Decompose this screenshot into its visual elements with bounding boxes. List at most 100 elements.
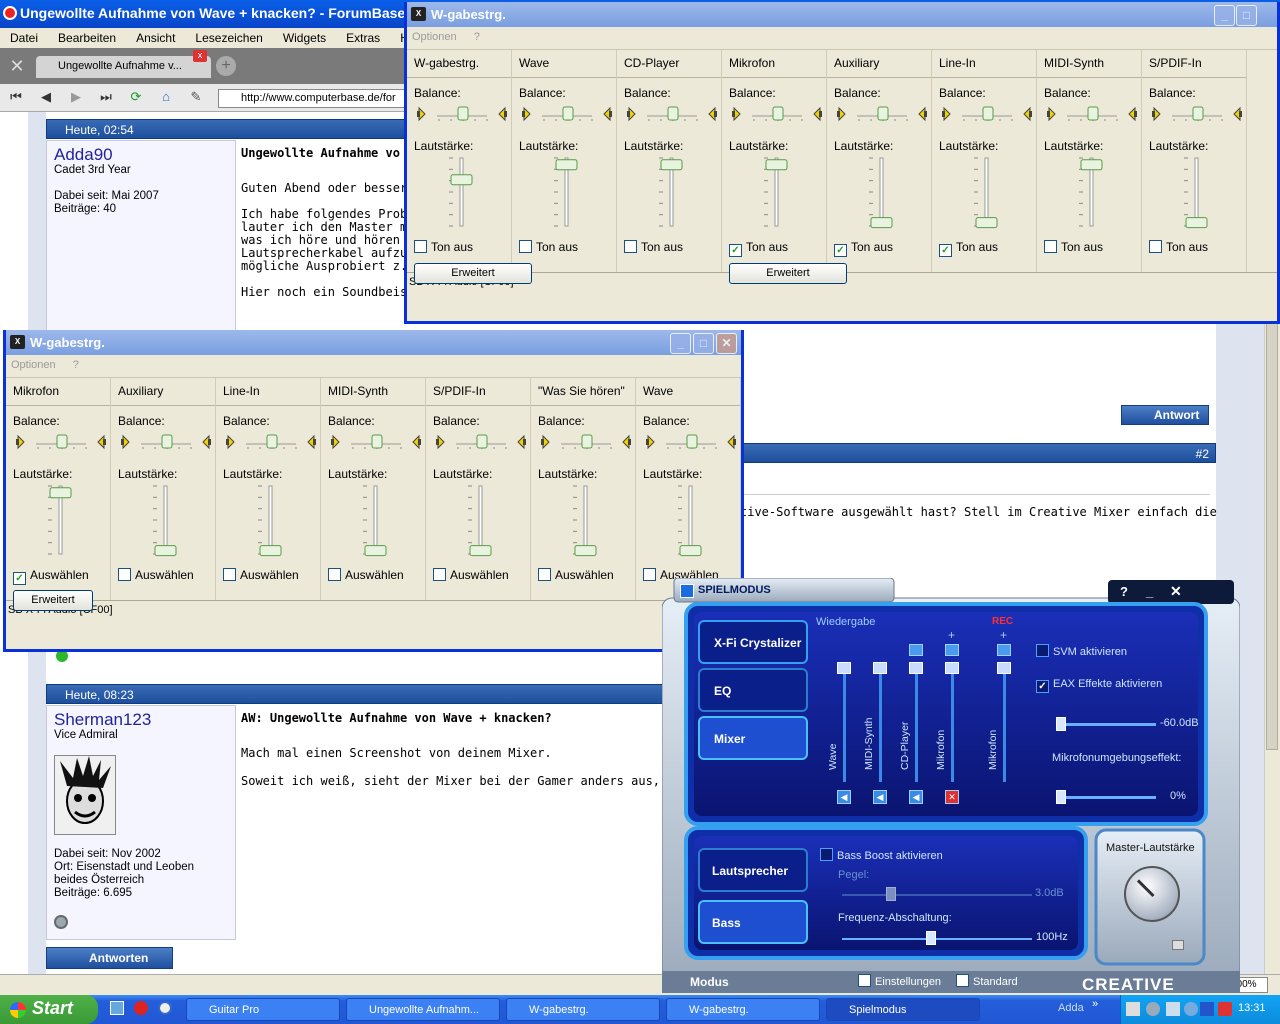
select-checkbox[interactable]: Auswählen (433, 568, 509, 582)
mode-button[interactable]: Modus (670, 975, 729, 989)
tab-eq[interactable]: EQ (698, 668, 808, 712)
select-checkbox[interactable]: Auswählen (328, 568, 404, 582)
dropdown-icon[interactable] (909, 644, 923, 656)
select-checkbox[interactable]: Auswählen (118, 568, 194, 582)
slider-thumb[interactable] (837, 662, 851, 674)
volume-slider[interactable] (361, 482, 391, 558)
mute-checkbox[interactable]: Ton aus (624, 240, 683, 254)
tools-icon[interactable]: ✕ (6, 56, 28, 78)
forward-icon[interactable]: ▶ (66, 89, 86, 107)
bass-boost-checkbox[interactable]: Bass Boost aktivieren (820, 848, 943, 862)
tab-lautsprecher[interactable]: Lautsprecher (698, 848, 808, 892)
menu-help[interactable]: ? (73, 359, 79, 371)
checkbox-box[interactable] (223, 568, 236, 581)
slider-thumb[interactable] (873, 662, 887, 674)
balance-slider[interactable] (541, 432, 631, 452)
eax-box[interactable]: ✓ (1036, 680, 1049, 693)
speaker-icon[interactable]: ◀ (837, 790, 851, 804)
balance-slider[interactable] (331, 432, 421, 452)
wand-icon[interactable]: ✎ (186, 89, 206, 107)
checkbox-box[interactable] (433, 568, 446, 581)
volume-slider[interactable] (972, 154, 1002, 230)
checkbox-box[interactable]: ✓ (13, 572, 26, 585)
level-slider-thumb[interactable] (886, 887, 896, 901)
tray-network-icon[interactable] (1126, 1002, 1140, 1016)
volume-thumb[interactable] (1185, 217, 1208, 229)
recording-mixer-titlebar[interactable]: X W-gabestrg. _ □ ✕ (6, 330, 741, 355)
settings-button[interactable]: Einstellungen (858, 974, 941, 988)
volume-thumb[interactable] (450, 174, 473, 186)
home-icon[interactable]: ⌂ (156, 89, 176, 107)
master-mute-icon[interactable] (1172, 940, 1184, 950)
menu-optionen[interactable]: Optionen (11, 359, 56, 371)
bass-boost-box[interactable] (820, 848, 833, 861)
balance-slider[interactable] (627, 104, 717, 124)
fast-forward-icon[interactable]: ⏭ (96, 89, 116, 107)
advanced-button[interactable]: Erweitert (13, 590, 93, 611)
taskbar-item-mixer1[interactable]: W-gabestrg. (506, 998, 660, 1021)
reply-answer-button[interactable]: Antworten (46, 947, 173, 969)
quicklaunch-desktop-icon[interactable] (110, 1001, 124, 1015)
mute-checkbox[interactable]: ✓ Ton aus (834, 240, 893, 257)
balance-slider[interactable] (837, 104, 927, 124)
svm-checkbox[interactable]: SVM aktivieren (1036, 644, 1127, 658)
volume-thumb[interactable] (660, 159, 683, 171)
browser-tab[interactable]: Ungewollte Aufnahme v... (36, 56, 211, 78)
dropdown-icon[interactable] (997, 644, 1011, 656)
checkbox-box[interactable] (643, 568, 656, 581)
menu-optionen[interactable]: Optionen (412, 31, 457, 43)
reload-icon[interactable]: ⟳ (126, 89, 146, 107)
taskbar-toolbar-user[interactable]: Adda (1058, 1002, 1084, 1014)
new-tab-icon[interactable]: + (216, 56, 236, 76)
volume-slider[interactable] (762, 154, 792, 230)
clock[interactable]: 13:31 (1238, 1002, 1266, 1014)
checkbox-box[interactable] (118, 568, 131, 581)
volume-slider[interactable] (552, 154, 582, 230)
tray-bluetooth-icon[interactable] (1200, 1002, 1214, 1016)
minimize-icon[interactable]: _ (1214, 5, 1235, 26)
menu-lesezeichen[interactable]: Lesezeichen (185, 28, 272, 48)
eax-slider[interactable] (1056, 723, 1156, 726)
taskbar-item-opera[interactable]: Ungewollte Aufnahm... (346, 998, 500, 1021)
post1-username[interactable]: Adda90 (54, 145, 113, 165)
quicklaunch-opera-icon[interactable] (134, 1001, 148, 1015)
checkbox-box[interactable]: ✓ (729, 244, 742, 257)
slider-thumb[interactable] (945, 662, 959, 674)
menu-bearbeiten[interactable]: Bearbeiten (48, 28, 126, 48)
taskbar-item-spielmodus[interactable]: Spielmodus (826, 998, 980, 1021)
eax-slider-thumb[interactable] (1056, 717, 1066, 731)
mic-effect-slider[interactable] (1056, 796, 1156, 799)
volume-slider[interactable] (46, 482, 76, 558)
tray-speaker-icon[interactable] (1184, 1002, 1198, 1016)
menu-ansicht[interactable]: Ansicht (126, 28, 185, 48)
tray-monitor-icon[interactable] (1166, 1002, 1180, 1016)
mute-checkbox[interactable]: Ton aus (414, 240, 473, 254)
standard-button[interactable]: Standard (956, 974, 1018, 988)
dropdown-icon[interactable] (945, 644, 959, 656)
mute-checkbox[interactable]: Ton aus (1149, 240, 1208, 254)
toolbar-chevron-icon[interactable]: » (1092, 998, 1098, 1010)
reply-button[interactable]: Antwort (1121, 405, 1209, 425)
volume-thumb[interactable] (49, 487, 72, 499)
volume-thumb[interactable] (975, 217, 998, 229)
maximize-icon[interactable]: □ (693, 333, 714, 354)
back-icon[interactable]: ◀ (36, 89, 56, 107)
balance-slider[interactable] (1047, 104, 1137, 124)
menu-help[interactable]: ? (474, 31, 480, 43)
svm-box[interactable] (1036, 644, 1049, 657)
volume-slider[interactable] (657, 154, 687, 230)
checkbox-box[interactable]: ✓ (834, 244, 847, 257)
volume-thumb[interactable] (765, 159, 788, 171)
checkbox-box[interactable] (538, 568, 551, 581)
menu-extras[interactable]: Extras (336, 28, 390, 48)
checkbox-box[interactable]: ✓ (939, 244, 952, 257)
volume-slider[interactable] (867, 154, 897, 230)
speaker-icon[interactable]: ◀ (873, 790, 887, 804)
volume-thumb[interactable] (574, 545, 597, 557)
balance-slider[interactable] (646, 432, 736, 452)
checkbox-box[interactable] (624, 240, 637, 253)
freq-slider[interactable] (842, 938, 1032, 940)
balance-slider[interactable] (732, 104, 822, 124)
volume-thumb[interactable] (364, 545, 387, 557)
mute-checkbox[interactable]: ✓ Ton aus (729, 240, 788, 257)
